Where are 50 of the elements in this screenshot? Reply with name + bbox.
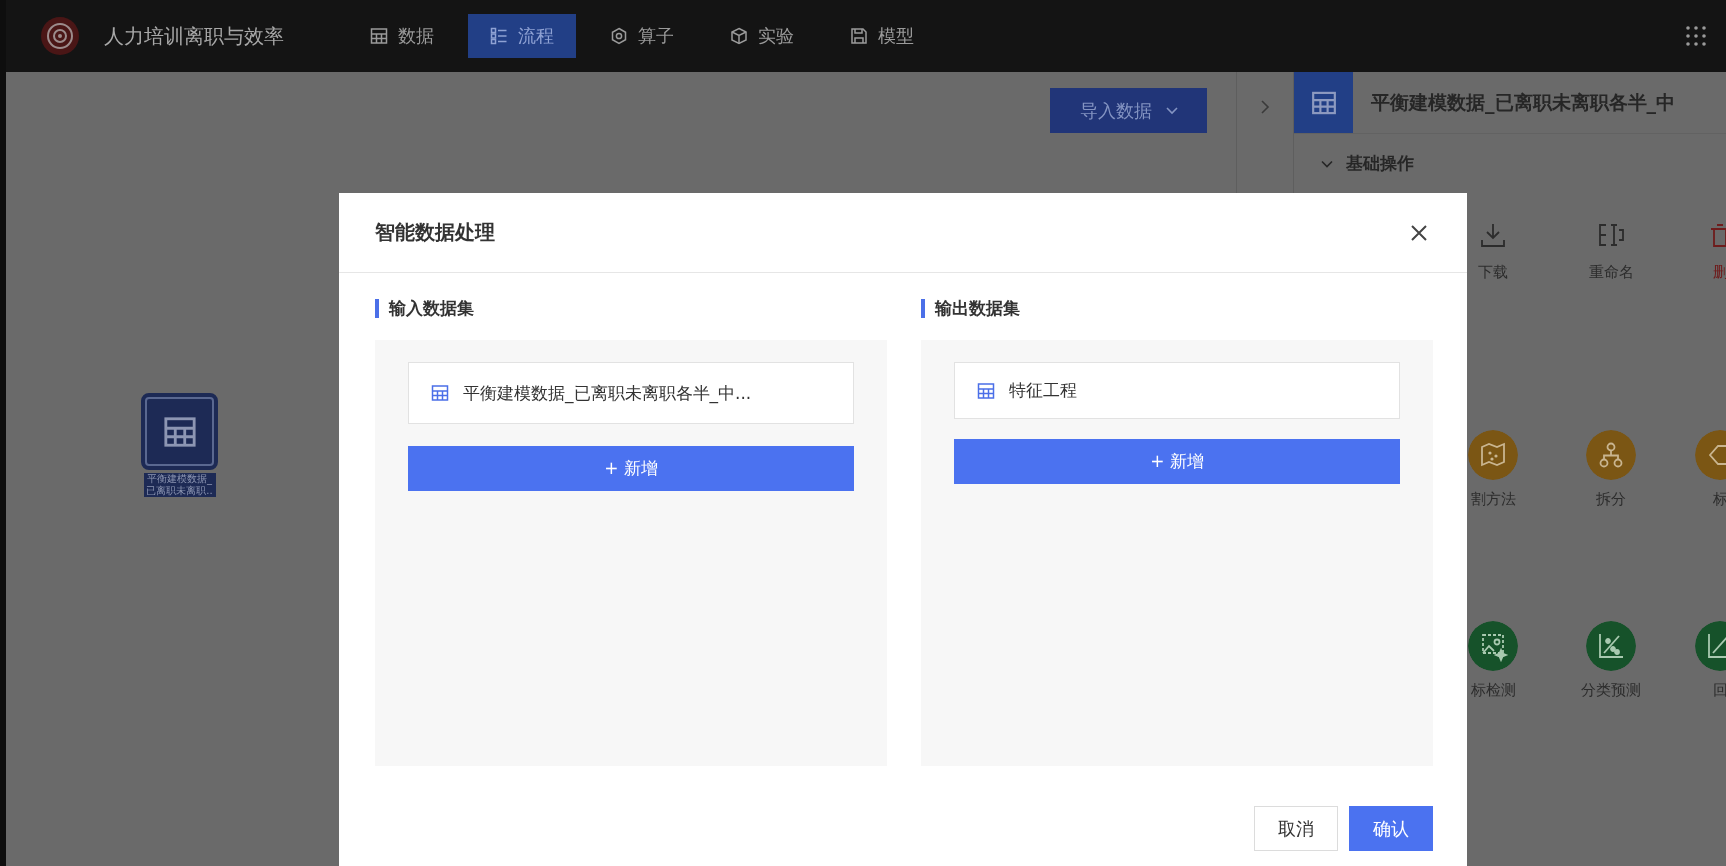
- action-label: 删: [1712, 263, 1726, 282]
- table-icon: [162, 414, 197, 449]
- scatter-chart-icon[interactable]: [1586, 621, 1636, 671]
- operator-label: 分类预测: [1581, 681, 1641, 700]
- dataset-node[interactable]: [141, 393, 218, 470]
- image-sparkle-icon[interactable]: [1468, 621, 1518, 671]
- action-label: 重命名: [1588, 263, 1634, 282]
- action-label: 下载: [1478, 263, 1508, 282]
- cancel-button[interactable]: 取消: [1254, 806, 1338, 851]
- import-data-button[interactable]: 导入数据: [1050, 88, 1207, 133]
- flow-icon: [490, 27, 508, 45]
- chevron-down-icon: [1165, 106, 1178, 115]
- project-title: 人力培训离职与效率: [104, 22, 285, 50]
- section-title: 基础操作: [1346, 152, 1414, 175]
- nav-tab[interactable]: 模型: [828, 14, 936, 58]
- add-button[interactable]: + 新增: [408, 446, 854, 491]
- logo-icon: [38, 14, 82, 58]
- section-title: 输出数据集: [935, 296, 1020, 320]
- hierarchy-icon[interactable]: [1586, 430, 1636, 480]
- apps-grid-icon[interactable]: [1686, 26, 1706, 46]
- table-icon: [431, 384, 449, 402]
- map-icon[interactable]: [1468, 430, 1518, 480]
- node-label: 平衡建模数据_已离职未离职..: [143, 473, 216, 497]
- table-icon: [1310, 89, 1337, 116]
- dialog-title: 智能数据处理: [375, 219, 495, 246]
- nav-tab[interactable]: 数据: [348, 14, 456, 58]
- chevron-right-icon[interactable]: [1260, 100, 1270, 114]
- section-marker: [375, 298, 379, 318]
- rename-icon[interactable]: [1597, 221, 1625, 249]
- floppy-icon: [850, 27, 868, 45]
- dataset-item[interactable]: 平衡建模数据_已离职未离职各半_中...: [408, 362, 854, 424]
- section-title: 输入数据集: [389, 296, 474, 320]
- operator-label: 标检测: [1470, 681, 1516, 700]
- nav-tab[interactable]: 流程: [468, 14, 576, 58]
- section-marker: [921, 298, 925, 318]
- cube-icon: [730, 27, 748, 45]
- operator-label: 割方法: [1470, 490, 1516, 509]
- operator-label: 回: [1712, 681, 1726, 700]
- table-icon: [977, 381, 995, 400]
- table-icon: [370, 27, 388, 45]
- add-button[interactable]: + 新增: [954, 439, 1400, 484]
- operator-label: 拆分: [1596, 490, 1626, 509]
- close-icon[interactable]: [1411, 224, 1427, 241]
- dataset-title: 平衡建模数据_已离职未离职各半_中: [1371, 89, 1675, 116]
- hexagon-icon: [610, 27, 628, 45]
- dataset-item[interactable]: 特征工程: [954, 362, 1400, 419]
- confirm-button[interactable]: 确认: [1349, 806, 1433, 851]
- nav-tab[interactable]: 算子: [588, 14, 696, 58]
- nav-tab[interactable]: 实验: [708, 14, 816, 58]
- download-icon[interactable]: [1479, 221, 1507, 249]
